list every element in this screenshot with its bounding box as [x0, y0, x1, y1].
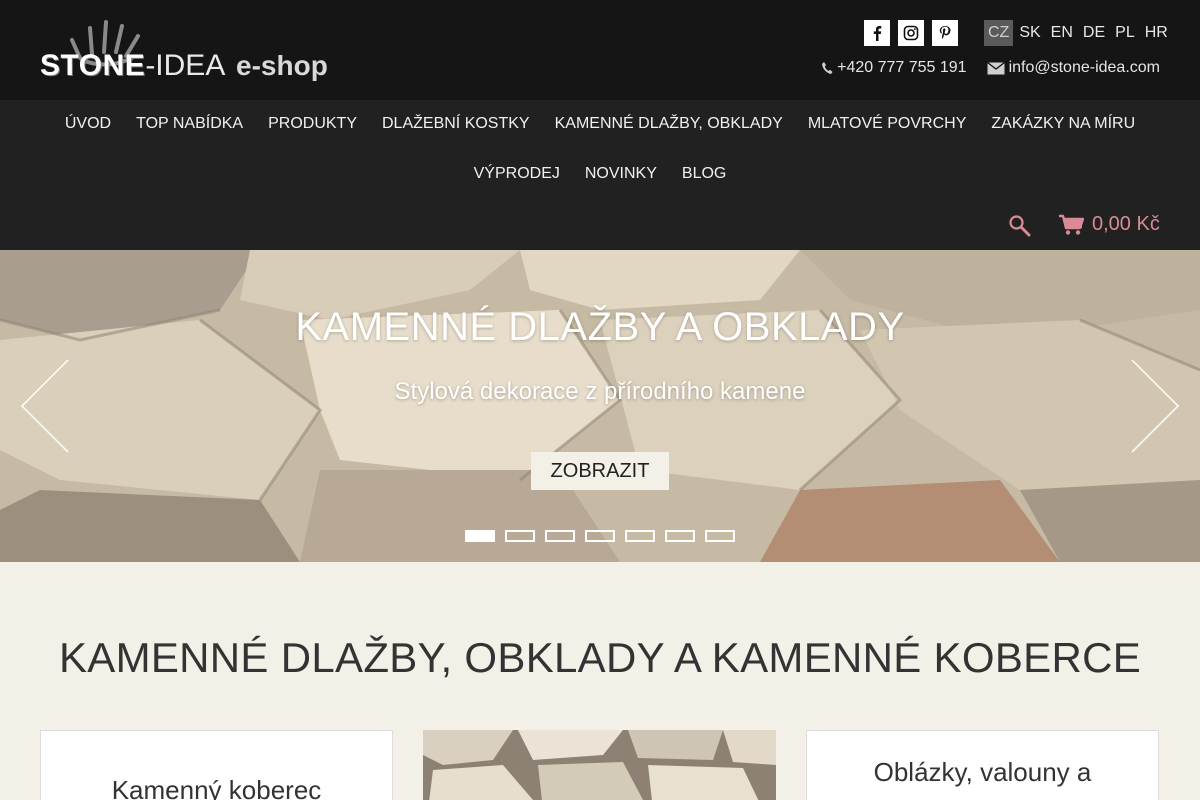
chevron-left-icon[interactable] — [20, 358, 70, 454]
logo-idea: -IDEA — [145, 49, 224, 82]
email-link[interactable]: info@stone-idea.com — [986, 59, 1160, 77]
envelope-icon — [986, 61, 1005, 74]
nav-item-zakazky[interactable]: ZAKÁZKY NA MÍRU — [979, 114, 1148, 134]
top-header: STONE-IDEA e-shop CZ SK EN DE PL HR +420… — [0, 0, 1200, 100]
nav-item-blog[interactable]: BLOG — [669, 164, 738, 184]
nav-row-primary: ÚVOD TOP NABÍDKA PRODUKTY DLAŽEBNÍ KOSTK… — [0, 114, 1200, 134]
slider-dot[interactable] — [665, 530, 695, 542]
language-switcher: CZ SK EN DE PL HR — [984, 20, 1174, 46]
slider-dot[interactable] — [625, 530, 655, 542]
section-title: KAMENNÉ DLAŽBY, OBKLADY A KAMENNÉ KOBERC… — [58, 634, 1142, 681]
category-card-image[interactable] — [423, 730, 776, 800]
nav-item-produkty[interactable]: PRODUKTY — [256, 114, 370, 134]
hero-title: KAMENNÉ DLAŽBY A OBKLADY — [295, 305, 905, 349]
hero-subtitle: Stylová dekorace z přírodního kamene — [394, 378, 806, 405]
cart-total: 0,00 Kč — [1092, 213, 1160, 235]
email-address: info@stone-idea.com — [1008, 59, 1160, 76]
logo-stone: STONE — [40, 49, 146, 82]
lang-sk[interactable]: SK — [1015, 20, 1044, 46]
social-links — [864, 20, 958, 46]
facebook-icon — [873, 26, 882, 41]
category-card-oblazky[interactable]: Oblázky, valouny a — [806, 730, 1159, 800]
nav-item-uvod[interactable]: ÚVOD — [52, 114, 123, 134]
stone-pile-image — [423, 730, 776, 800]
phone-link[interactable]: +420 777 755 191 — [821, 59, 967, 77]
slider-dot[interactable] — [465, 530, 495, 542]
nav-item-mlatove-povrchy[interactable]: MLATOVÉ POVRCHY — [795, 114, 979, 134]
cart-button[interactable]: 0,00 Kč — [1058, 213, 1160, 236]
nav-item-vyprodej[interactable]: VÝPRODEJ — [461, 164, 572, 184]
chevron-right-icon[interactable] — [1130, 358, 1180, 454]
slider-dot[interactable] — [505, 530, 535, 542]
nav-item-kamenne-dlazby[interactable]: KAMENNÉ DLAŽBY, OBKLADY — [542, 114, 795, 134]
stone-idea-logo[interactable]: STONE-IDEA e-shop — [40, 18, 345, 88]
phone-icon — [822, 62, 833, 74]
logo-eshop: e-shop — [236, 50, 328, 81]
lang-hr[interactable]: HR — [1141, 20, 1172, 46]
category-card-kamenny-koberec[interactable]: Kamenný koberec — [40, 730, 393, 800]
category-card-title: Oblázky, valouny a — [873, 757, 1092, 787]
lang-de[interactable]: DE — [1079, 20, 1109, 46]
nav-item-dlazebni-kostky[interactable]: DLAŽEBNÍ KOSTKY — [370, 114, 543, 134]
lang-cz[interactable]: CZ — [984, 20, 1014, 46]
slider-dot[interactable] — [585, 530, 615, 542]
lang-en[interactable]: EN — [1047, 20, 1077, 46]
instagram-icon — [903, 25, 919, 41]
pinterest-link[interactable] — [932, 20, 958, 46]
category-card-title: Kamenný koberec — [111, 775, 322, 800]
phone-number: +420 777 755 191 — [837, 59, 967, 76]
logo-text: STONE-IDEA e-shop — [40, 48, 328, 84]
slider-pagination — [465, 530, 735, 542]
search-icon[interactable] — [1008, 214, 1032, 238]
slider-dot[interactable] — [705, 530, 735, 542]
contact-info: +420 777 755 191 info@stone-idea.com — [801, 59, 1160, 77]
nav-item-novinky[interactable]: NOVINKY — [572, 164, 669, 184]
facebook-link[interactable] — [864, 20, 890, 46]
slider-dot[interactable] — [545, 530, 575, 542]
lang-pl[interactable]: PL — [1111, 20, 1139, 46]
hero-show-button[interactable]: ZOBRAZIT — [531, 452, 669, 490]
nav-item-top-nabidka[interactable]: TOP NABÍDKA — [124, 114, 256, 134]
shopping-cart-icon — [1059, 214, 1084, 235]
pinterest-icon — [939, 26, 951, 39]
main-navigation: ÚVOD TOP NABÍDKA PRODUKTY DLAŽEBNÍ KOSTK… — [0, 100, 1200, 250]
nav-row-secondary: VÝPRODEJ NOVINKY BLOG — [0, 164, 1200, 184]
instagram-link[interactable] — [898, 20, 924, 46]
hero-stone-background — [0, 250, 1200, 562]
hero-slider: KAMENNÉ DLAŽBY A OBKLADY Stylová dekorac… — [0, 250, 1200, 562]
